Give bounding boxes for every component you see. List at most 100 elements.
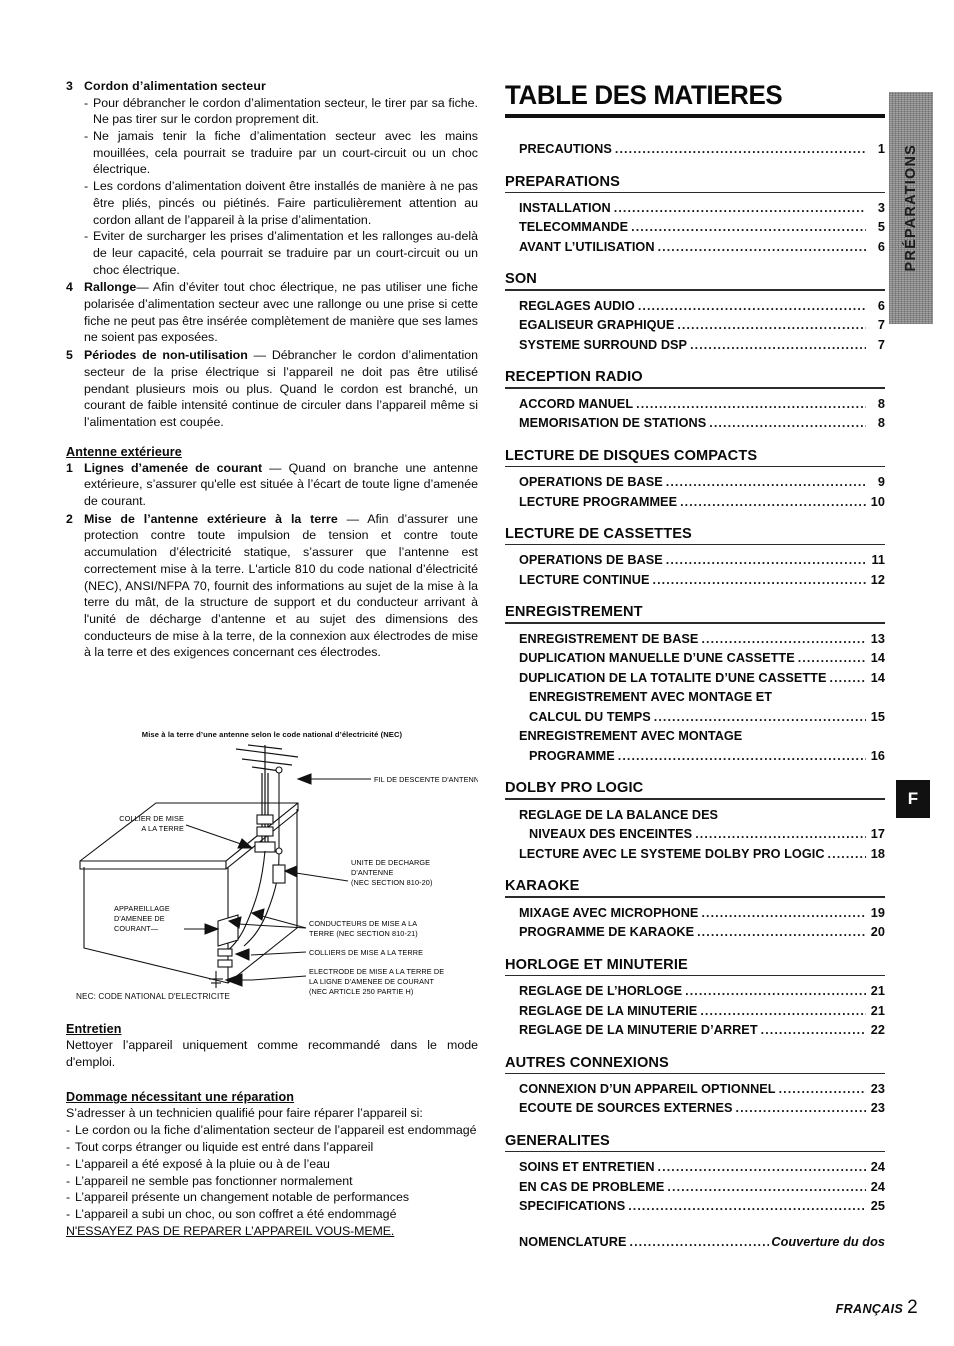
toc-entry-page: 18	[870, 846, 885, 861]
bullet-dash: -	[84, 95, 89, 110]
item-bullet-list: - Pour débrancher le cordon d’alimentati…	[84, 95, 478, 279]
toc-entry[interactable]: CONNEXION D’UN APPAREIL OPTIONNEL.......…	[519, 1080, 885, 1100]
section-heading-antenne: Antenne extérieure	[66, 444, 182, 459]
toc-entry[interactable]: EN CAS DE PROBLEME......................…	[519, 1178, 885, 1198]
side-tab-preparations[interactable]: PRÉPARATIONS	[889, 92, 933, 324]
entretien-body: Nettoyer l’appareil uniquement comme rec…	[66, 1038, 478, 1069]
toc-entry-label: PROGRAMME DE KARAOKE	[519, 925, 695, 940]
toc-entry[interactable]: ECOUTE DE SOURCES EXTERNES..............…	[519, 1099, 885, 1119]
toc-entry[interactable]: SPECIFICATIONS..........................…	[519, 1197, 885, 1217]
toc-entry[interactable]: CALCUL DU TEMPS.........................…	[519, 708, 885, 728]
toc-group-heading: HORLOGE ET MINUTERIE	[505, 956, 688, 973]
toc-entry-continuation: ENREGISTREMENT AVEC MONTAGE ET	[529, 690, 772, 705]
toc-entry[interactable]: REGLAGE DE LA MINUTERIE D’ARRET.........…	[519, 1021, 885, 1041]
toc-group: ENREGISTREMENT ENREGISTREMENT DE BASE....…	[505, 604, 885, 766]
toc-leader-dots: ........................................…	[680, 494, 866, 509]
toc-entry[interactable]: LECTURE CONTINUE........................…	[519, 571, 885, 591]
toc-entry[interactable]: OPERATIONS DE BASE......................…	[519, 551, 885, 571]
toc-entry-page: 24	[870, 1179, 885, 1194]
toc-group-rule	[505, 622, 885, 624]
toc-entry[interactable]: MEMORISATION DE STATIONS................…	[519, 414, 885, 434]
toc-entry[interactable]: LECTURE AVEC LE SYSTEME DOLBY PRO LOGIC.…	[519, 845, 885, 865]
toc-entry-page: 19	[870, 905, 885, 920]
toc-entry-page: 20	[870, 925, 885, 940]
toc-group-heading: PREPARATIONS	[505, 173, 620, 190]
toc-entry[interactable]: REGLAGE DE L’HORLOGE....................…	[519, 982, 885, 1002]
toc-entry[interactable]: DUPLICATION MANUELLE D’UNE CASSETTE.....…	[519, 649, 885, 669]
toc-entry[interactable]: OPERATIONS DE BASE......................…	[519, 473, 885, 493]
toc-entry-page: 24	[870, 1160, 885, 1175]
toc-entry[interactable]: PROGRAMME DE KARAOKE....................…	[519, 923, 885, 943]
toc-leader-dots: ........................................…	[629, 1234, 770, 1249]
toc-entry-label: SOINS ET ENTRETIEN	[519, 1160, 655, 1175]
toc-top-entry-group: PRECAUTIONS ............................…	[505, 140, 885, 160]
bullet-text: Tout corps étranger ou liquide est entré…	[75, 1139, 374, 1154]
toc-group: LECTURE DE CASSETTES OPERATIONS DE BASE..…	[505, 526, 885, 590]
toc-entry[interactable]: SOINS ET ENTRETIEN......................…	[519, 1158, 885, 1178]
toc-group-heading: AUTRES CONNEXIONS	[505, 1054, 669, 1071]
toc-entry[interactable]: DUPLICATION DE LA TOTALITE D’UNE CASSETT…	[519, 669, 885, 689]
label-power-electrode-2: LA LIGNE D'AMENEE DE COURANT	[309, 977, 434, 986]
toc-leader-dots: ........................................…	[695, 827, 866, 842]
item-dash: —	[269, 460, 282, 475]
bullet-text: Les cordons d’alimentation doivent être …	[93, 179, 478, 227]
toc-group-rule	[505, 1072, 885, 1074]
toc-entry[interactable]: ENREGISTREMENT DE BASE..................…	[519, 630, 885, 650]
toc-entry-page: 5	[877, 220, 885, 235]
toc-entry-label: PRECAUTIONS	[519, 142, 612, 156]
toc-group-rule	[505, 798, 885, 800]
toc-entry[interactable]: AVANT L’UTILISATION.....................…	[519, 238, 885, 258]
toc-entry[interactable]: PROGRAMME...............................…	[519, 747, 885, 767]
toc-entry-list: INSTALLATION............................…	[505, 199, 885, 258]
item-title: Cordon d’alimentation secteur	[84, 79, 266, 93]
toc-entry-list: SOINS ET ENTRETIEN......................…	[505, 1158, 885, 1217]
toc-entry[interactable]: MIXAGE AVEC MICROPHONE..................…	[519, 904, 885, 924]
toc-entry-page: 6	[877, 239, 885, 254]
toc-entry[interactable]: EGALISEUR GRAPHIQUE.....................…	[519, 316, 885, 336]
toc-group-heading: SON	[505, 271, 537, 288]
toc-entry-page: 22	[870, 1023, 885, 1038]
toc-entry[interactable]: ACCORD MANUEL...........................…	[519, 395, 885, 415]
toc-leader-dots: ........................................…	[797, 651, 866, 666]
toc-entry[interactable]: NIVEAUX DES ENCEINTES...................…	[519, 825, 885, 845]
toc-entry[interactable]: PRECAUTIONS ............................…	[519, 140, 885, 160]
toc-entry[interactable]: INSTALLATION............................…	[519, 199, 885, 219]
label-power-electrode-3: (NEC ARTICLE 250 PARTIE H)	[309, 987, 413, 996]
toc-entry[interactable]: NOMENCLATURE ...........................…	[519, 1233, 885, 1253]
item-number: 3	[66, 79, 73, 93]
numbered-item-3: 3 Cordon d’alimentation secteur - Pour d…	[66, 78, 478, 278]
toc-leader-dots: ........................................…	[657, 1160, 866, 1175]
toc-entry[interactable]: SYSTEME SURROUND DSP....................…	[519, 336, 885, 356]
toc-title: TABLE DES MATIERES	[505, 80, 783, 110]
side-tab-preparations-label: PRÉPARATIONS	[903, 144, 919, 272]
toc-entry[interactable]: REGLAGES AUDIO..........................…	[519, 297, 885, 317]
toc-entry[interactable]: REGLAGE DE LA MINUTERIE.................…	[519, 1002, 885, 1022]
label-ground-clamps: COLLIERS DE MISE A LA TERRE	[309, 948, 423, 957]
label-discharge-unit-1: UNITE DE DECHARGE	[351, 858, 430, 867]
numbered-item-5: 5 Périodes de non-utilisation — Débranch…	[66, 347, 478, 431]
toc-leader-dots: ........................................…	[665, 553, 866, 568]
toc-entry-label: SYSTEME SURROUND DSP	[519, 337, 688, 352]
toc-entry-page: 1	[877, 142, 885, 156]
toc-leader-dots: ........................................…	[636, 396, 866, 411]
toc-leader-dots: ........................................…	[701, 631, 866, 646]
toc-entry[interactable]: TELECOMMANDE............................…	[519, 218, 885, 238]
toc-entry-page: 8	[877, 396, 885, 411]
bullet-text: L’appareil a été exposé à la pluie ou à …	[75, 1156, 330, 1171]
toc-entry-continuation: REGLAGE DE LA BALANCE DES	[519, 807, 719, 822]
toc-entry-page: 23	[870, 1101, 885, 1116]
toc-entry-label: SPECIFICATIONS	[519, 1199, 626, 1214]
toc-entry[interactable]: LECTURE PROGRAMMEE......................…	[519, 493, 885, 513]
label-discharge-unit-3: (NEC SECTION 810-20)	[351, 878, 432, 887]
toc-entry-list: ENREGISTREMENT DE BASE..................…	[505, 630, 885, 767]
toc-entry-label: DUPLICATION MANUELLE D’UNE CASSETTE	[519, 651, 795, 666]
left-text-column: 3 Cordon d’alimentation secteur - Pour d…	[66, 78, 478, 662]
bullet-dash: -	[66, 1190, 71, 1205]
toc-entry-label: MEMORISATION DE STATIONS	[519, 416, 707, 431]
toc-entry-label: REGLAGE DE LA MINUTERIE	[519, 1003, 698, 1018]
toc-final-entry-group: NOMENCLATURE ...........................…	[505, 1233, 885, 1253]
toc-entry-label: NIVEAUX DES ENCEINTES	[529, 827, 693, 842]
item-title: Rallonge	[84, 280, 137, 295]
side-tab-language[interactable]: F	[896, 780, 930, 818]
side-tab-language-label: F	[907, 789, 919, 808]
